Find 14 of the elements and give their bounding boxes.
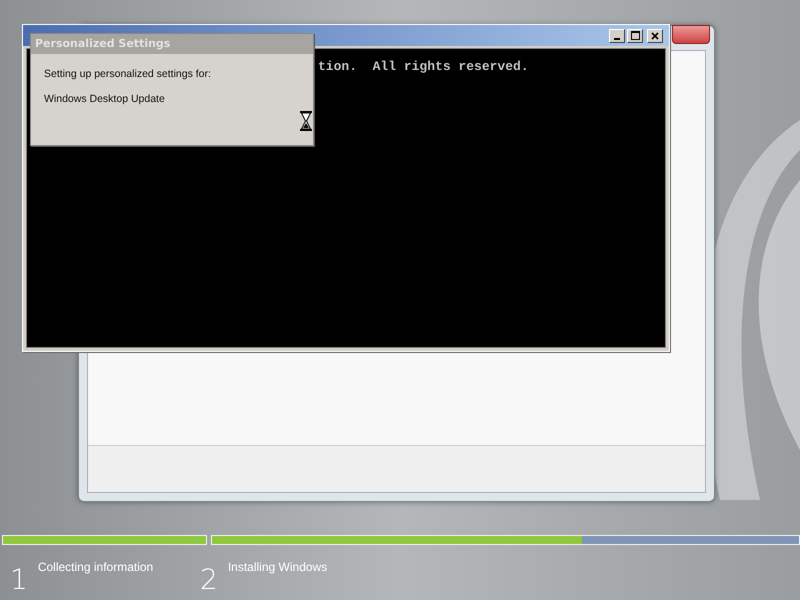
step-number: 1 — [10, 563, 28, 596]
maximize-icon — [630, 31, 640, 40]
console-output: tion. All rights reserved. — [318, 59, 529, 74]
minimize-icon — [614, 38, 620, 40]
step-number: 2 — [200, 563, 218, 596]
step-label: Collecting information — [38, 560, 154, 574]
hourglass-icon — [300, 111, 312, 131]
dialog-title: Personalized Settings — [31, 34, 313, 54]
maximize-button[interactable] — [627, 28, 643, 42]
dialog-item: Windows Desktop Update — [44, 93, 165, 105]
step-label: Installing Windows — [228, 560, 328, 574]
minimize-button[interactable] — [609, 28, 625, 42]
dialog-message: Setting up personalized settings for: — [44, 68, 211, 80]
close-icon — [651, 32, 659, 40]
